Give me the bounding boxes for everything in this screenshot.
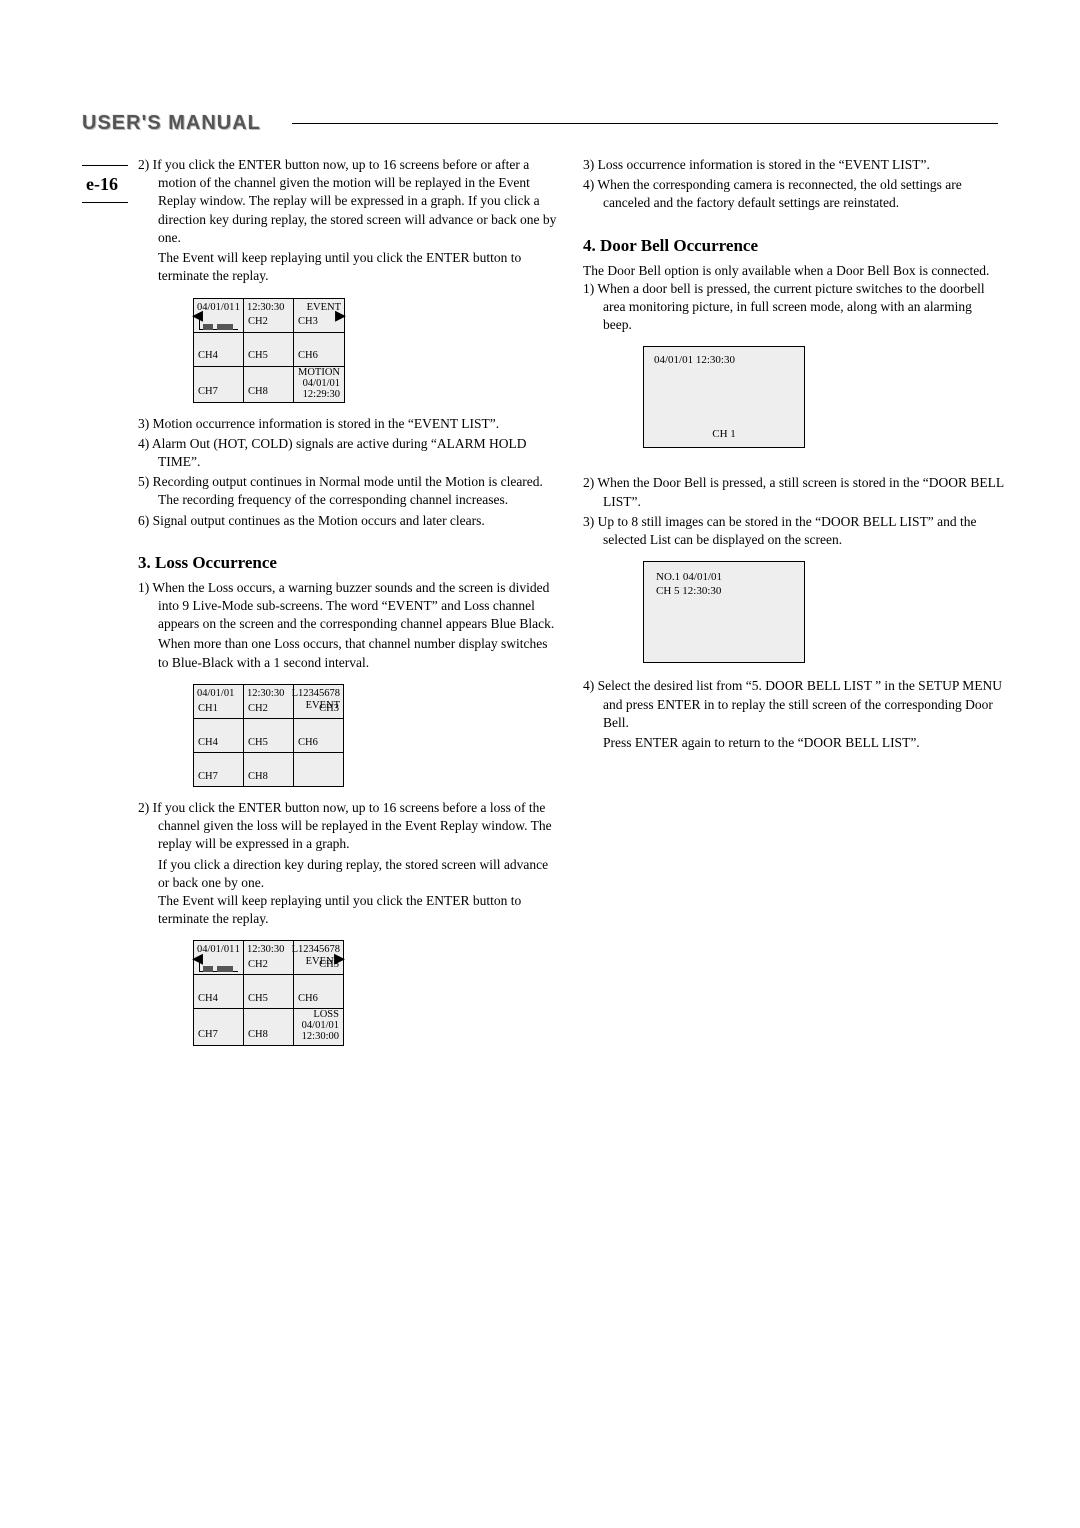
left-column: 2) If you click the ENTER button now, up… <box>138 156 559 1058</box>
motion-step-2b: The Event will keep replaying until you … <box>138 249 559 285</box>
doc-title: USER'S MANUAL <box>82 110 275 137</box>
cell-motion-date: 04/01/01 <box>303 378 340 389</box>
loss-step-2c: The Event will keep replaying until you … <box>138 892 559 928</box>
cell-ch6: CH6 <box>298 737 318 748</box>
cell-date: 04/01/01 <box>197 687 234 701</box>
cell-motion: MOTION <box>298 367 340 378</box>
doorbell-heading: 4. Door Bell Occurrence <box>583 235 1004 258</box>
loss-heading: 3. Loss Occurrence <box>138 552 559 575</box>
cell-ch5: CH5 <box>248 737 268 748</box>
cell-ch2: CH2 <box>248 703 268 714</box>
cell-ch2: CH2 <box>248 959 268 970</box>
doorbell-step-4b: Press ENTER again to return to the “DOOR… <box>583 734 1004 752</box>
doorbell-step-2: 2) When the Door Bell is pressed, a stil… <box>583 474 1004 510</box>
cell-one: 1 <box>235 301 240 315</box>
cell-motion-time: 12:29:30 <box>303 389 340 400</box>
cell-ch5: CH5 <box>248 350 268 361</box>
motion-step-3: 3) Motion occurrence information is stor… <box>138 415 559 433</box>
cell-event: EVENT <box>306 699 340 713</box>
loss-step-3: 3) Loss occurrence information is stored… <box>583 156 1004 174</box>
doorbell-screen-1: 04/01/01 12:30:30 CH 1 <box>643 346 805 448</box>
cell-ch8: CH8 <box>248 771 268 782</box>
cell-ch7: CH7 <box>198 1029 218 1040</box>
panel-line2: CH 5 12:30:30 <box>656 584 721 599</box>
cell-ch3: CH3 <box>298 316 318 327</box>
motion-step-6: 6) Signal output continues as the Motion… <box>138 512 559 530</box>
loss-step-2b: If you click a direction key during repl… <box>138 856 559 892</box>
loss-step-2a: 2) If you click the ENTER button now, up… <box>138 799 559 854</box>
panel-line1: NO.1 04/01/01 <box>656 570 722 585</box>
header-rule <box>292 123 998 124</box>
cell-time: 12:30:30 <box>247 301 284 315</box>
cell-loss: LOSS <box>313 1009 339 1020</box>
doorbell-intro: The Door Bell option is only available w… <box>583 262 1004 280</box>
doorbell-step-4a: 4) Select the desired list from “5. DOOR… <box>583 677 1004 732</box>
cell-ch1: CH1 <box>198 703 218 714</box>
loss-step-1b: When more than one Loss occurs, that cha… <box>138 635 559 671</box>
cell-ch8: CH8 <box>248 386 268 397</box>
doorbell-step-3: 3) Up to 8 still images can be stored in… <box>583 513 1004 549</box>
loss-step-1: 1) When the Loss occurs, a warning buzze… <box>138 579 559 634</box>
panel-channel: CH 1 <box>712 427 736 442</box>
cell-ch8: CH8 <box>248 1029 268 1040</box>
cell-ch4: CH4 <box>198 737 218 748</box>
cell-ch2: CH2 <box>248 316 268 327</box>
cell-ch4: CH4 <box>198 993 218 1004</box>
doorbell-step-1: 1) When a door bell is pressed, the curr… <box>583 280 1004 335</box>
right-column: 3) Loss occurrence information is stored… <box>583 156 1004 1058</box>
cell-loss-time: 12:30:00 <box>302 1031 339 1042</box>
motion-step-2: 2) If you click the ENTER button now, up… <box>138 156 559 247</box>
loss-step-4: 4) When the corresponding camera is reco… <box>583 176 1004 212</box>
header: USER'S MANUAL <box>82 110 998 137</box>
cell-loss-date: 04/01/01 <box>302 1020 339 1031</box>
doorbell-screen-2: NO.1 04/01/01 CH 5 12:30:30 <box>643 561 805 663</box>
cell-ch4: CH4 <box>198 350 218 361</box>
cell-time: 12:30:30 <box>247 943 284 957</box>
cell-ch5: CH5 <box>248 993 268 1004</box>
motion-replay-grid: 04/01/01 1 ◂ 12:30:30 CH2 EVENT <box>193 298 559 403</box>
loss-grid-2: 04/01/01 1 ◂ 12:30:30 CH2 L12345678 <box>193 940 559 1045</box>
cell-ch7: CH7 <box>198 771 218 782</box>
replay-graph <box>197 961 240 972</box>
cell-one: 1 <box>235 943 240 957</box>
motion-step-4: 4) Alarm Out (HOT, COLD) signals are act… <box>138 435 559 471</box>
panel-datetime: 04/01/01 12:30:30 <box>654 353 735 368</box>
cell-time: 12:30:30 <box>247 687 284 701</box>
page-number-label: e-16 <box>82 165 128 203</box>
cell-ch6: CH6 <box>298 350 318 361</box>
motion-step-5: 5) Recording output continues in Normal … <box>138 473 559 509</box>
loss-grid-1: 04/01/01 CH1 12:30:30 CH2 L12345678 EVEN… <box>193 684 559 787</box>
cell-ch6: CH6 <box>298 993 318 1004</box>
replay-graph <box>197 319 240 330</box>
cell-ch7: CH7 <box>198 386 218 397</box>
